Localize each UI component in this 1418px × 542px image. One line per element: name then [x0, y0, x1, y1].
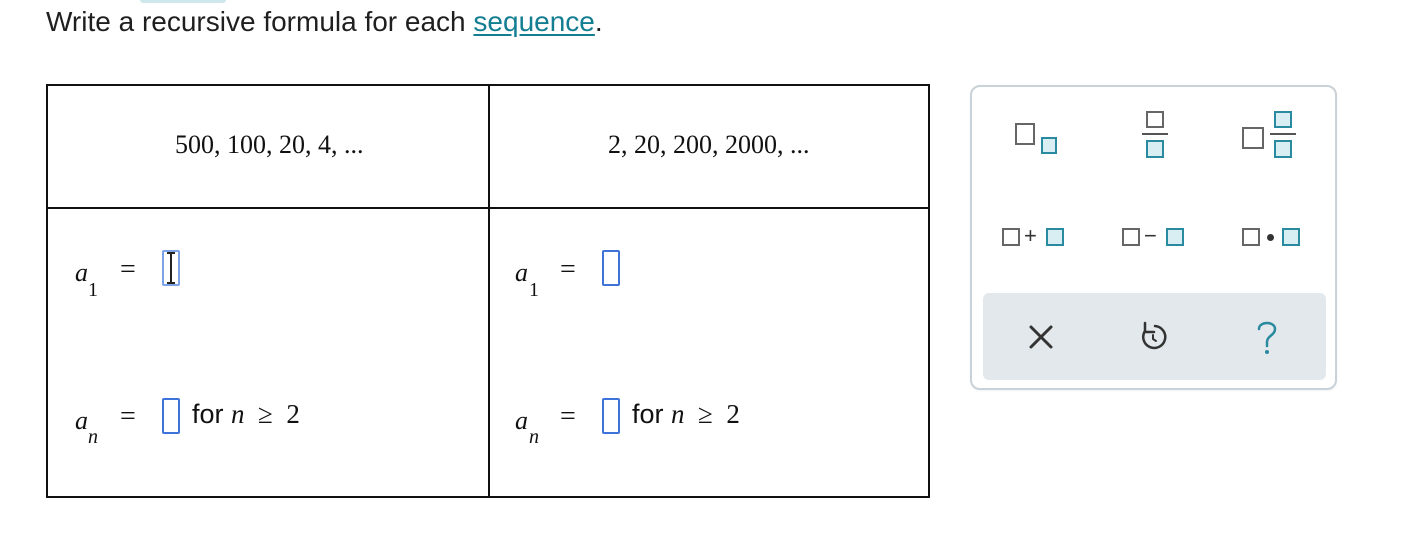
left-box-icon [1122, 228, 1140, 246]
condition-op: ≥ [258, 399, 273, 429]
an-input-seq1[interactable] [162, 398, 180, 434]
condition-var: n [671, 399, 685, 429]
x-icon [1029, 325, 1053, 349]
condition-label: for n ≥ 2 [192, 399, 300, 430]
condition-op: ≥ [698, 399, 713, 429]
equals-sign: = [560, 254, 576, 285]
subtraction-button[interactable]: − [1122, 222, 1196, 252]
an-subscript: n [88, 426, 98, 448]
condition-var: n [231, 399, 245, 429]
left-box-icon [1242, 228, 1260, 246]
row-divider [48, 207, 928, 209]
a1-variable: a [515, 258, 528, 287]
numerator-box-icon [1274, 111, 1292, 128]
multiplication-button[interactable] [1242, 222, 1316, 252]
addition-button[interactable]: + [1002, 222, 1076, 252]
undo-button[interactable] [1123, 307, 1183, 367]
prompt-text: Write a recursive formula for each [46, 6, 474, 37]
fraction-button[interactable] [1140, 109, 1170, 165]
right-box-icon [1166, 228, 1184, 246]
fraction-bar-icon [1142, 133, 1168, 135]
column-divider [488, 86, 490, 496]
action-bar [983, 293, 1326, 380]
a1-variable: a [75, 258, 88, 287]
base-box-icon [1015, 123, 1035, 145]
help-button[interactable] [1237, 307, 1297, 367]
condition-label: for n ≥ 2 [632, 399, 740, 430]
sequence-2: 2, 20, 200, 2000, ... [608, 130, 810, 159]
fraction-bar-icon [1270, 133, 1296, 135]
subscript-button[interactable] [1012, 121, 1062, 161]
equals-sign: = [120, 401, 136, 432]
mixed-number-button[interactable] [1240, 109, 1300, 165]
denominator-box-icon [1274, 140, 1292, 158]
condition-value: 2 [726, 399, 740, 429]
a1-subscript: 1 [529, 279, 539, 301]
denominator-box-icon [1146, 140, 1164, 158]
prompt-period: . [594, 6, 603, 37]
for-text: for [192, 399, 224, 429]
math-toolbar: + − [970, 85, 1337, 390]
a1-input-seq1[interactable] [162, 250, 180, 286]
top-tab-indicator [140, 0, 226, 3]
question-mark-icon [1257, 321, 1277, 354]
minus-icon: − [1144, 223, 1157, 248]
condition-value: 2 [286, 399, 300, 429]
answer-table: 500, 100, 20, 4, ... a 1 = a n = for n ≥… [46, 84, 930, 498]
sequence-link[interactable]: sequence [473, 6, 594, 37]
right-box-icon [1282, 228, 1300, 246]
dot-icon [1267, 234, 1274, 241]
an-variable: a [75, 406, 88, 435]
left-box-icon [1002, 228, 1020, 246]
a1-input-seq2[interactable] [602, 250, 620, 286]
a1-subscript: 1 [88, 279, 98, 301]
plus-icon: + [1024, 223, 1037, 248]
whole-box-icon [1242, 127, 1264, 149]
equals-sign: = [560, 401, 576, 432]
equals-sign: = [120, 254, 136, 285]
text-cursor [167, 252, 175, 284]
subscript-box-icon [1041, 137, 1057, 154]
clear-button[interactable] [1011, 307, 1071, 367]
an-subscript: n [529, 426, 539, 448]
undo-icon [1142, 321, 1167, 350]
question-prompt: Write a recursive formula for each seque… [46, 6, 603, 38]
sequence-1: 500, 100, 20, 4, ... [175, 130, 364, 159]
numerator-box-icon [1146, 111, 1164, 128]
an-variable: a [515, 406, 528, 435]
for-text: for [632, 399, 664, 429]
right-box-icon [1046, 228, 1064, 246]
an-input-seq2[interactable] [602, 398, 620, 434]
